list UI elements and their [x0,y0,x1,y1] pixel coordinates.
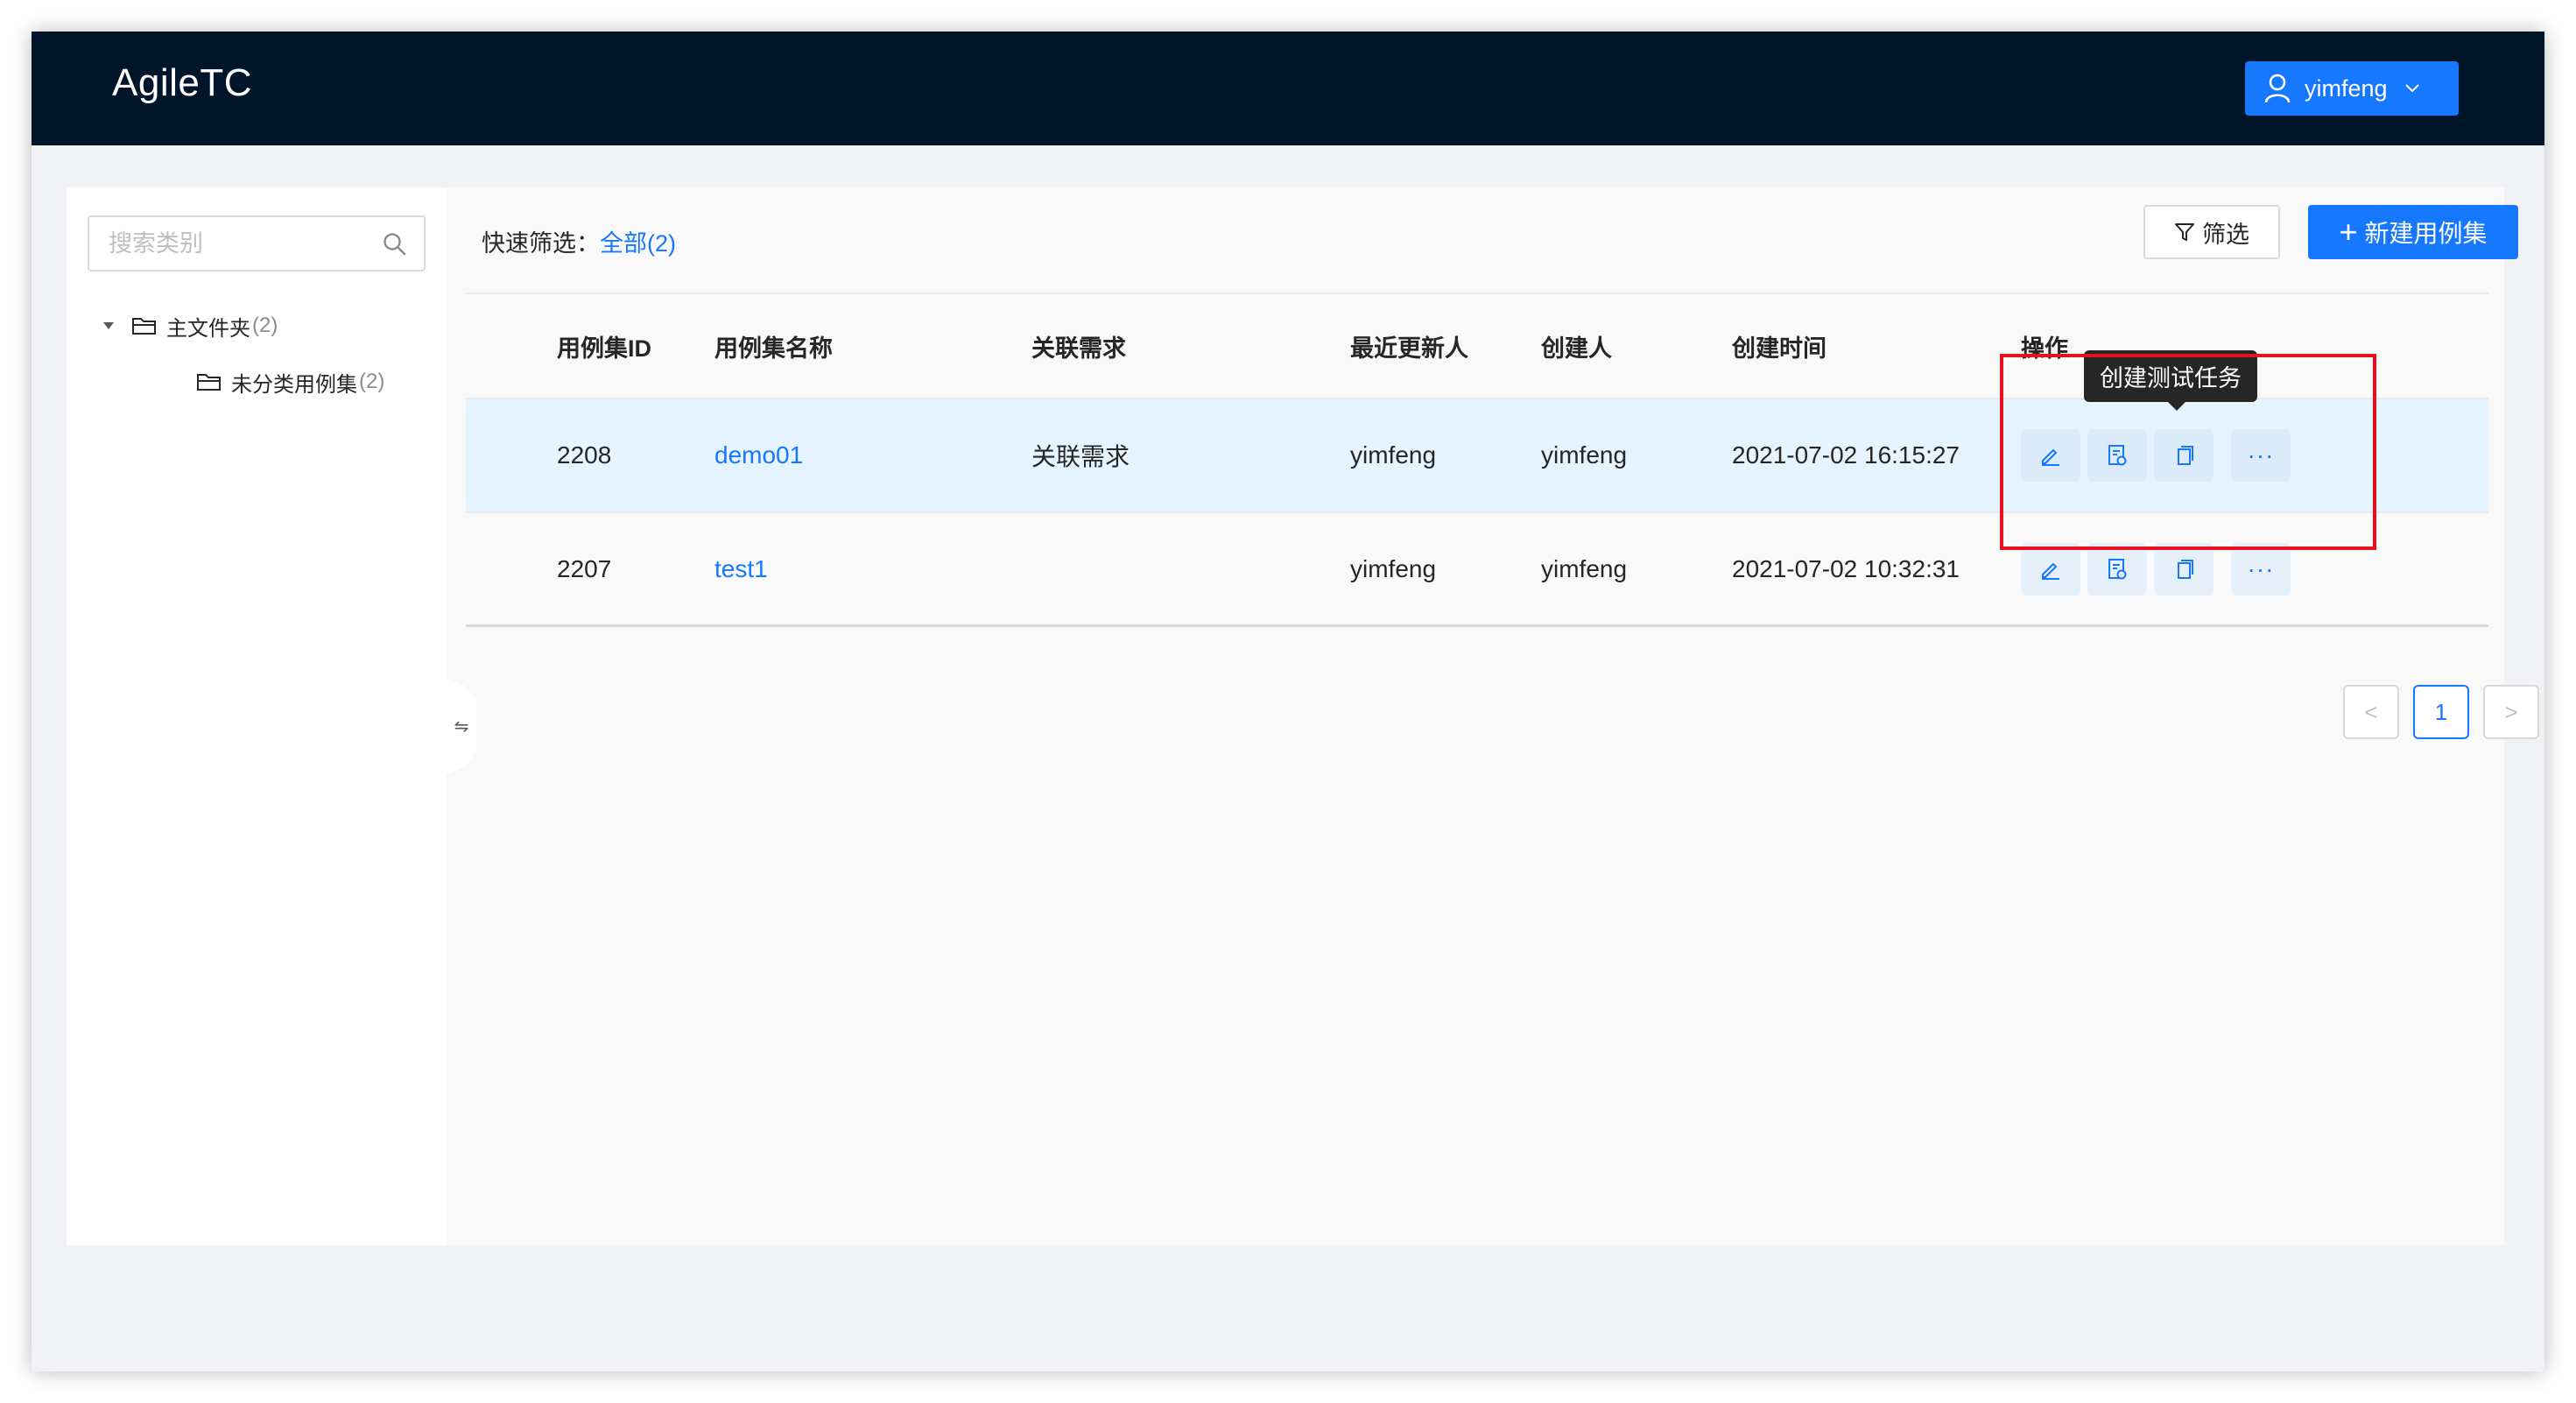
folder-icon [196,371,222,392]
chevron-down-icon [2404,84,2419,93]
copy-button[interactable] [2154,542,2214,596]
tree-node-label: 未分类用例集 [231,372,357,397]
tree-node-main-folder[interactable]: 主文件夹 (2) [102,308,278,343]
tree-node-count: (2) [359,370,385,393]
cell-creator: yimfeng [1541,441,1628,469]
case-set-name-link[interactable]: test1 [714,513,768,624]
create-task-button[interactable] [2087,542,2147,596]
user-menu-button[interactable]: yimfeng [2245,61,2459,116]
swap-icon: ⇋ [454,716,469,737]
cell-creator: yimfeng [1541,554,1628,582]
case-set-name-link[interactable]: demo01 [714,399,803,511]
edit-button[interactable] [2021,542,2080,596]
more-actions-button[interactable]: ··· [2231,542,2291,596]
cell-created-time: 2021-07-02 16:15:27 [1732,441,1960,469]
column-header-name: 用例集名称 [714,335,833,362]
category-search[interactable] [88,215,426,271]
new-case-set-label: 新建用例集 [2364,220,2488,247]
column-header-requirement: 关联需求 [1031,335,1126,362]
tree-node-uncategorized[interactable]: 未分类用例集 (2) [196,364,384,399]
cell-id: 2207 [557,554,612,582]
cell-id: 2208 [557,441,612,469]
category-search-input[interactable] [89,217,370,270]
column-header-created-time: 创建时间 [1732,335,1826,362]
cell-updater: yimfeng [1350,441,1437,469]
cell-created-time: 2021-07-02 10:32:31 [1732,554,1960,582]
quick-filter-label: 快速筛选： [482,230,600,257]
tree-node-label: 主文件夹 [166,316,250,341]
column-header-creator: 创建人 [1541,335,1612,362]
quick-filter: 快速筛选： 全部(2) [482,224,676,258]
category-sidebar: 主文件夹 (2) 未分类用例集 (2) [67,187,447,1245]
more-icon: ··· [2247,554,2275,582]
quick-filter-all-link[interactable]: 全部(2) [600,224,676,258]
cell-updater: yimfeng [1350,554,1437,582]
chevron-left-icon: < [2364,698,2378,725]
annotation-highlight-box [2000,354,2376,550]
copy-icon [2178,559,2193,579]
top-navigation-bar: AgileTC yimfeng [32,32,2544,145]
folder-icon [131,315,158,336]
user-name: yimfeng [2305,74,2388,102]
app-window: AgileTC yimfeng 搜索类别 主文件夹 (2) 未分类用例集 (2)… [32,32,2544,1371]
app-logo: AgileTC [112,61,252,104]
filter-icon [2175,223,2194,241]
caret-down-icon[interactable] [102,321,116,331]
new-case-set-button[interactable]: + 新建用例集 [2308,205,2518,259]
cell-requirement: 关联需求 [1031,443,1130,470]
plus-icon: + [2339,214,2358,250]
pagination-next-button[interactable]: > [2483,685,2539,739]
edit-icon [2042,562,2059,580]
column-header-id: 用例集ID [557,335,651,362]
filter-button-label: 筛选 [2202,221,2249,248]
content-area: 主文件夹 (2) 未分类用例集 (2) 快速筛选： 全部(2) 筛选 + [67,187,2539,1245]
pagination-page-1[interactable]: 1 [2413,685,2469,739]
pagination-prev-button[interactable]: < [2343,685,2399,739]
column-header-updater: 最近更新人 [1350,335,1468,362]
filter-button[interactable]: 筛选 [2143,205,2280,259]
create-task-icon [2108,558,2127,579]
user-icon [2264,74,2291,103]
chevron-right-icon: > [2504,698,2518,725]
case-set-panel: 快速筛选： 全部(2) 筛选 + 新建用例集 用例集ID 用例集名称 关联需求 … [447,187,2539,1245]
tree-node-count: (2) [252,314,278,337]
search-icon[interactable] [382,231,408,257]
